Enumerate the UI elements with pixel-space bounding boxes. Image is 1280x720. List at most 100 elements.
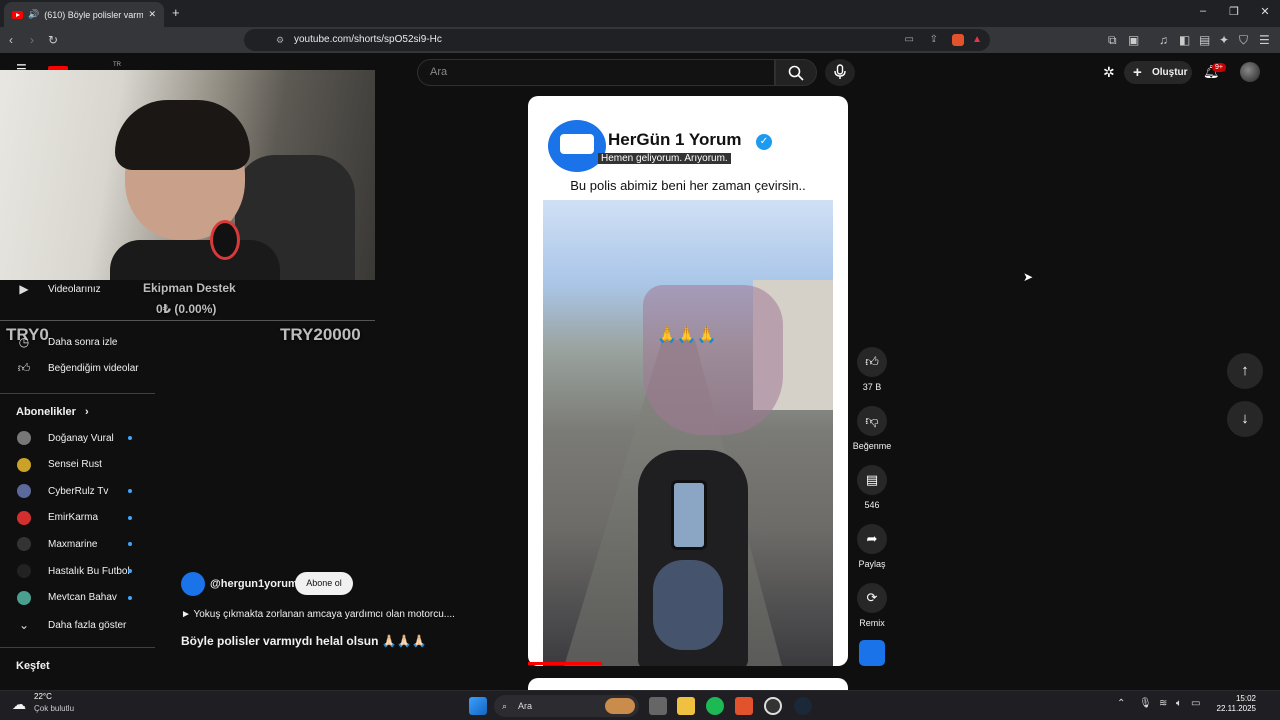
short-progress-bar[interactable] [528, 662, 602, 665]
new-content-dot [128, 515, 132, 520]
search-input[interactable]: Ara [417, 59, 775, 86]
donation-goal-title: Ekipman Destek [143, 281, 236, 295]
like-button[interactable]: 👍︎ 37 B [850, 347, 894, 392]
subscription-item[interactable]: EmirKarma [0, 505, 155, 531]
steam-icon[interactable] [794, 697, 812, 715]
plus-icon: + [1133, 64, 1142, 81]
clock-icon: ◷ [18, 335, 30, 349]
motorcycle-windshield [643, 285, 783, 435]
speaker-icon[interactable]: 🔊 [28, 9, 39, 20]
minimize-icon[interactable]: – [1188, 5, 1218, 17]
youtube-favicon-icon [12, 10, 23, 19]
show-more-label: Daha fazla göster [48, 619, 127, 631]
url-text: youtube.com/shorts/spO52si9-Hc [294, 34, 442, 45]
create-button[interactable]: + Oluştur [1124, 61, 1192, 84]
clock-time[interactable]: 15:02 [1226, 694, 1256, 703]
taskbar-search[interactable]: ⌕ Ara [494, 695, 639, 717]
subscription-item[interactable]: Sensei Rust [0, 452, 155, 478]
cast-icon[interactable]: ▭ [905, 29, 914, 51]
search-icon [788, 65, 804, 81]
subscription-name: EmirKarma [48, 512, 99, 524]
short-description[interactable]: ► Yokuş çıkmakta zorlanan amcaya yardımc… [181, 609, 455, 620]
subscription-item[interactable]: Hastalık Bu Futbol [0, 558, 155, 584]
previous-short-button[interactable]: ↑ [1227, 353, 1263, 389]
voice-search-button[interactable] [825, 59, 855, 86]
subscribe-button[interactable]: Abone ol [295, 572, 353, 595]
remix-button[interactable]: ⟳ Remix [850, 583, 894, 628]
wifi-icon[interactable]: ≋ [1159, 698, 1167, 709]
new-tab-icon[interactable]: + [172, 5, 180, 20]
site-settings-icon[interactable]: ⚙ [276, 29, 284, 51]
subscription-item[interactable]: Maxmarine [0, 531, 155, 557]
subscription-item[interactable]: Doğanay Vural [0, 425, 155, 451]
windows-taskbar: ☁ ⌕ Ara [0, 690, 1280, 720]
battery-icon[interactable]: ▭ [1191, 698, 1200, 709]
clock-date[interactable]: 22.11.2025 [1206, 704, 1256, 713]
tray-overflow-icon[interactable]: ⌃ [1117, 698, 1125, 709]
sidebar-toggle-icon[interactable]: ◧ [1179, 33, 1190, 47]
notifications-badge: 9+ [1212, 63, 1226, 72]
phone-mount [671, 480, 707, 550]
subscription-name: Sensei Rust [48, 459, 102, 471]
sidebar-divider [0, 393, 155, 394]
leo-ai-icon[interactable]: ✦ [1219, 33, 1229, 47]
brave-shield-icon[interactable] [952, 34, 964, 46]
sidebar-item-your-videos[interactable]: ▶︎ Videolarınız [0, 276, 155, 302]
close-tab-icon[interactable]: ✕ [148, 9, 156, 20]
channel-avatar [17, 510, 31, 525]
menu-icon[interactable]: ☰ [1259, 33, 1270, 47]
new-content-dot [128, 436, 132, 440]
screenshot-icon[interactable]: ▣ [1128, 33, 1139, 47]
search-button[interactable] [775, 59, 817, 86]
channel-avatar [17, 484, 31, 499]
spotify-icon[interactable] [706, 697, 724, 715]
tab-title: (610) Böyle polisler varmıydı hel [44, 9, 144, 20]
vpn-icon[interactable]: ⛉ [1239, 33, 1248, 48]
reload-icon[interactable]: ↻ [48, 33, 58, 47]
short-tagline: Hemen geliyorum. Arıyorum. [598, 153, 731, 164]
premium-spark-icon[interactable]: ✲ [1103, 64, 1115, 81]
account-avatar[interactable] [1240, 62, 1260, 82]
windows-start-icon[interactable] [469, 697, 487, 715]
new-content-dot [128, 489, 132, 494]
microphone-tray-icon[interactable]: 🎙︎ [1139, 698, 1152, 709]
forward-icon[interactable]: › [30, 33, 34, 47]
wallet-icon[interactable]: ▤ [1199, 33, 1210, 47]
restore-icon[interactable]: ❐ [1219, 5, 1249, 18]
sound-source-avatar[interactable] [859, 640, 885, 666]
subscription-item[interactable]: Mevtcan Bahav [0, 585, 155, 611]
subscription-name: Doğanay Vural [48, 432, 114, 444]
subscriptions-title[interactable]: Abonelikler › [16, 406, 89, 418]
sidebar-divider [0, 647, 155, 648]
brave-rewards-icon[interactable]: ▲ [972, 29, 982, 51]
channel-handle[interactable]: @hergun1yorum [210, 578, 298, 590]
file-explorer-icon[interactable] [677, 697, 695, 715]
close-window-icon[interactable]: ✕ [1250, 5, 1280, 18]
sidebar-item-liked-videos[interactable]: 👍︎ Beğendiğim videolar [0, 355, 155, 381]
sidebar-item-watch-later[interactable]: ◷ Daha sonra izle [0, 329, 155, 355]
back-icon[interactable]: ‹ [9, 33, 13, 47]
obs-icon[interactable] [764, 697, 782, 715]
taskbar-search-label: Ara [518, 701, 533, 711]
brave-browser-icon[interactable] [735, 697, 753, 715]
channel-avatar [17, 590, 31, 605]
browser-tab[interactable]: 🔊 (610) Böyle polisler varmıydı hel ✕ [4, 2, 164, 27]
channel-avatar[interactable] [181, 572, 205, 596]
comments-button[interactable]: ▤ 546 [850, 465, 894, 510]
next-short-button[interactable]: ↓ [1227, 401, 1263, 437]
short-channel-name: HerGün 1 Yorum [608, 130, 742, 149]
show-more-button[interactable]: ⌄ Daha fazla göster [0, 612, 155, 638]
share-page-icon[interactable]: ⇪ [930, 29, 938, 51]
address-bar[interactable]: ⚙ youtube.com/shorts/spO52si9-Hc ▭ ⇪ ▲ [244, 29, 990, 51]
weather-icon[interactable]: ☁ [12, 696, 26, 713]
subscription-item[interactable]: CyberRulz Tv [0, 478, 155, 504]
comment-icon: ▤ [857, 465, 887, 495]
short-video-player[interactable]: HerGün 1 Yorum ✓ Hemen geliyorum. Arıyor… [528, 96, 848, 666]
music-icon[interactable]: ♫ [1159, 33, 1168, 47]
extensions-icon[interactable]: ⧉ [1108, 33, 1117, 48]
weather-temperature: 22°C [34, 692, 52, 701]
volume-icon[interactable]: 🔈︎ [1176, 698, 1182, 709]
task-view-icon[interactable] [649, 697, 667, 715]
dislike-button[interactable]: 👎︎ Beğenme [850, 406, 894, 451]
share-button[interactable]: ➦ Paylaş [850, 524, 894, 569]
